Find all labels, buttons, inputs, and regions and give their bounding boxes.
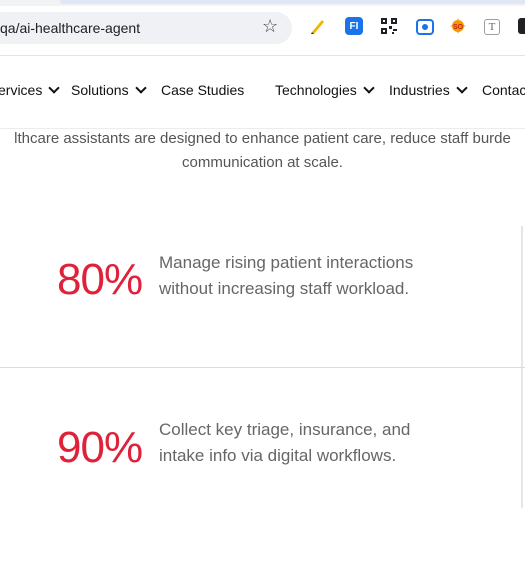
nav-technologies-label: Technologies [275, 82, 357, 98]
nav-services[interactable]: ervices [0, 82, 61, 98]
nav-industries-label: Industries [389, 82, 450, 98]
so-extension-icon[interactable]: SO [449, 17, 467, 35]
column-divider [521, 368, 523, 508]
fi-extension-icon[interactable]: FI [345, 17, 363, 35]
nav-technologies[interactable]: Technologies [275, 82, 375, 98]
nav-contact[interactable]: Contac [482, 82, 525, 98]
nav-case-studies[interactable]: Case Studies [161, 82, 244, 98]
pen-extension-icon[interactable] [309, 17, 327, 35]
stat-value: 80% [57, 255, 143, 304]
stat-value: 90% [57, 423, 143, 472]
chevron-down-icon [363, 82, 375, 94]
intro-text-line-1: lthcare assistants are designed to enhan… [14, 130, 511, 147]
nav-divider [0, 128, 525, 129]
nav-case-studies-label: Case Studies [161, 82, 245, 98]
active-tab-edge[interactable] [60, 0, 525, 4]
nav-solutions-label: Solutions [71, 82, 129, 98]
url-text[interactable]: qa/ai-healthcare-agent [0, 20, 140, 36]
stat-description-line-2: intake info via digital workflows. [159, 446, 397, 465]
chevron-down-icon [134, 82, 147, 94]
nav-solutions[interactable]: Solutions [71, 82, 147, 98]
stat-description-line-1: Collect key triage, insurance, and [159, 420, 411, 439]
svg-text:SO: SO [453, 24, 464, 31]
row-divider [0, 367, 525, 368]
nav-contact-label: Contac [482, 82, 525, 98]
qr-code-extension-icon[interactable] [380, 17, 398, 35]
stat-description-line-1: Manage rising patient interactions [159, 253, 414, 272]
t-extension-icon[interactable]: T [484, 19, 500, 35]
chevron-down-icon [48, 82, 61, 94]
site-nav: ervices Solutions Case Studies Technolog… [0, 56, 525, 124]
record-extension-icon[interactable] [416, 19, 434, 35]
nav-services-label: ervices [0, 82, 43, 98]
browser-toolbar: qa/ai-healthcare-agent ☆ FI SO T [0, 0, 525, 56]
column-divider [521, 226, 523, 367]
tab-strip [0, 0, 525, 6]
chevron-down-icon [456, 82, 468, 94]
stat-description-line-2: without increasing staff workload. [159, 279, 410, 298]
profile-extension-icon[interactable] [518, 18, 525, 34]
nav-industries[interactable]: Industries [389, 82, 468, 98]
intro-text-line-2: communication at scale. [182, 154, 343, 171]
bookmark-star-icon[interactable]: ☆ [262, 16, 278, 36]
